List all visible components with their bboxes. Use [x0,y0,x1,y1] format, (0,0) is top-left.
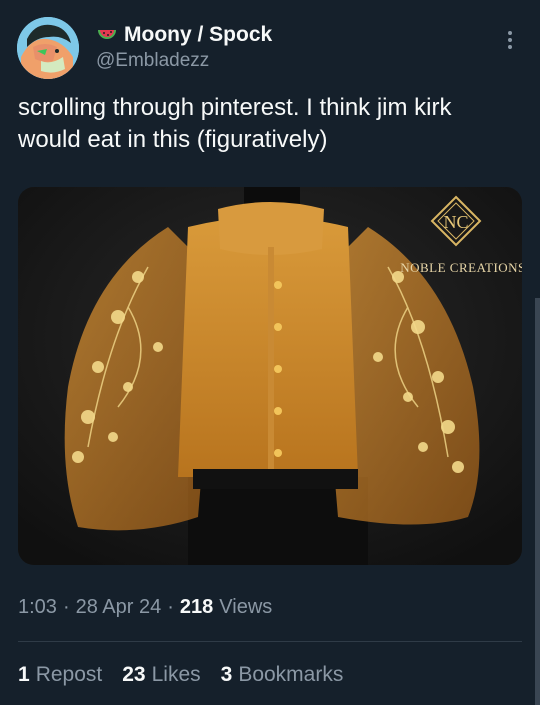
garment-photo: NC NOBLE CREATIONS [18,187,522,565]
bookmarks-label: Bookmarks [238,663,344,686]
scrollbar[interactable] [535,298,540,705]
avatar[interactable] [17,17,79,79]
views-count: 218 [179,596,214,618]
tweet-image[interactable]: NC NOBLE CREATIONS [18,187,522,565]
meta-separator: · [167,596,174,618]
more-dot-icon [508,31,512,35]
reposts-count: 1 [18,663,30,686]
reposts-label: Repost [35,663,103,686]
views-label: Views [219,596,273,618]
display-name[interactable]: Moony / Spock [124,23,272,47]
divider [18,641,522,642]
tweet-time[interactable]: 1:03 [18,596,57,619]
more-dot-icon [508,38,512,42]
avatar-illustration [17,17,79,79]
engagement-stats: 1 Repost 23 Likes 3 Bookmarks [18,663,363,687]
bookmarks-stat[interactable]: 3 Bookmarks [221,663,344,687]
user-handle[interactable]: @Embladezz [96,50,209,72]
tweet-date[interactable]: 28 Apr 24 [76,596,162,619]
more-dot-icon [508,45,512,49]
likes-count: 23 [122,663,146,686]
likes-label: Likes [151,663,201,686]
watermark-text: NOBLE CREATIONS [400,260,522,275]
meta-separator: · [62,596,70,618]
watermark-monogram: NC [443,212,468,232]
reposts-stat[interactable]: 1 Repost [18,663,102,687]
watermelon-icon [98,30,116,39]
likes-stat[interactable]: 23 Likes [122,663,200,687]
more-options-button[interactable] [498,28,522,52]
tweet-meta: 1:03 · 28 Apr 24 · 218 Views [18,596,272,619]
tweet-text: scrolling through pinterest. I think jim… [18,94,452,153]
author-name-row[interactable]: Moony / Spock [96,22,272,48]
bookmarks-count: 3 [220,663,233,686]
